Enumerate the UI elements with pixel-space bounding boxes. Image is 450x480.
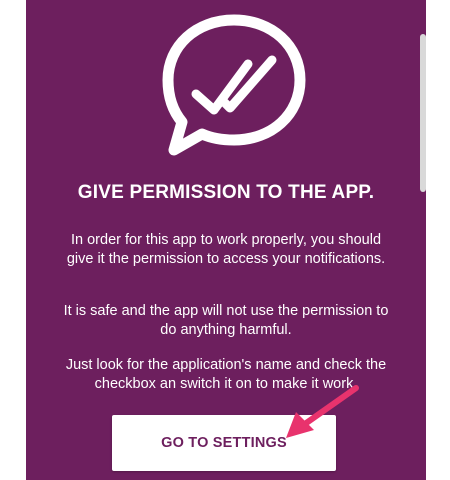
page-title: GIVE PERMISSION TO THE APP. bbox=[77, 182, 375, 203]
permission-description: In order for this app to work properly, … bbox=[66, 232, 386, 267]
screen-edge bbox=[426, 0, 450, 480]
chat-bubble-check-icon bbox=[162, 14, 306, 156]
pink-arrow-icon bbox=[286, 385, 359, 438]
scrollbar[interactable] bbox=[420, 34, 426, 192]
safety-note: It is safe and the app will not use the … bbox=[63, 303, 389, 338]
